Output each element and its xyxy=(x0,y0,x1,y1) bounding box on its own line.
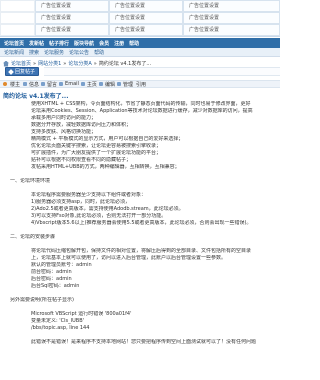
ad-cell[interactable]: 广告位置设置 xyxy=(109,12,183,24)
body-line: 4)Vbscript版本5.6以上(推荐服务器会使用5.5或者更高版本，此论坛必… xyxy=(31,220,252,226)
reply-button-label: 回复帖子 xyxy=(14,69,35,75)
subnav-item-news[interactable]: 论坛新闻 xyxy=(4,49,24,56)
pager-fill xyxy=(44,67,280,76)
body-gap xyxy=(5,227,275,234)
sub-nav: 论坛新闻 搜索 论坛服务 论坛公告 帮助 xyxy=(0,48,280,57)
ad-cell[interactable]: 广告位置设置 xyxy=(35,0,109,12)
body-line: 3)可以支持Fso对象,此论坛必须，否则无法打开一部分功能。 xyxy=(31,213,167,219)
ad-cell[interactable]: 广告位置设置 xyxy=(183,0,280,12)
body-heading: 二、论坛的安装步骤 xyxy=(10,234,56,240)
body-gap xyxy=(5,332,275,339)
action-manage[interactable]: 管理 xyxy=(123,81,133,88)
nav-item-register[interactable]: 注册 xyxy=(114,40,124,47)
subnav-item-help[interactable]: 帮助 xyxy=(94,49,104,56)
nav-item-new-post[interactable]: 发新帖 xyxy=(29,40,44,47)
body-line: Microsoft VBScript 运行时错误 '800a01f4' xyxy=(31,311,132,317)
body-line: 此错误不是错误！是来程序不支持本地网站！您只要把程序传到空间上面测试就可以了！没… xyxy=(31,339,257,345)
breadcrumb-category[interactable]: 网站分类1 xyxy=(38,60,61,67)
ad-cell[interactable]: 广告位置设置 xyxy=(35,24,109,36)
ad-cell[interactable]: 广告位置设置 xyxy=(109,24,183,36)
body-line: /bbs/topic.asp, line 144 xyxy=(31,325,90,331)
action-edit[interactable]: 编辑 xyxy=(105,81,115,88)
body-heading: 另外需要说明(所在帖子显示) xyxy=(10,297,74,303)
body-line: 变量未定义: 'Cls_IUBB' xyxy=(31,318,85,324)
body-line: 2)Ado2.5或者更高版本，需支持使用Adodb.stream，此论坛必须。 xyxy=(31,206,184,212)
body-line: 后台密码：admin xyxy=(31,276,72,282)
breadcrumb-separator: » xyxy=(63,60,67,67)
breadcrumb-forum[interactable]: 论坛分类A xyxy=(68,60,91,67)
ad-cell[interactable]: 广告位置设置 xyxy=(183,12,280,24)
message-icon xyxy=(41,82,46,86)
breadcrumb-separator: » xyxy=(93,60,97,67)
body-line: 使用XHTML + CSS架构，令页面结构化，节省了静态页面代码的传输，同时也易… xyxy=(31,101,251,107)
body-line: 默认的管理员账号：admin xyxy=(31,262,92,268)
body-line: 数据分开存放，减轻数据库访问压力和体积； xyxy=(31,122,132,128)
body-line: 发帖采用HTML+UBB的方式，两种编辑器，互相转换，互相兼容； xyxy=(31,164,180,170)
nav-item-ranking[interactable]: 帖子排行 xyxy=(49,40,69,47)
body-line: 承载多用户同时访问的能力； xyxy=(31,115,97,121)
body-line: 本论坛程序需要服务器至少支持以下组件或者对象： xyxy=(31,192,147,198)
action-info[interactable]: 信息 xyxy=(29,81,39,88)
body-gap xyxy=(5,241,275,248)
ad-cell[interactable]: 广告位置设置 xyxy=(183,24,280,36)
body-line: 优化论坛页面关键字搜索，让论坛更容易被搜索引擎收录； xyxy=(31,143,162,149)
breadcrumb: 论坛首页 » 网站分类1 » 论坛分类A » 简约论坛 v4.1发布了... xyxy=(3,60,151,67)
nav-item-members[interactable]: 会员 xyxy=(99,40,109,47)
post-actions: 信息 留言 Email 主页 编辑 管理 xyxy=(23,81,133,88)
subnav-item-services[interactable]: 论坛服务 xyxy=(44,49,64,56)
floor-icon xyxy=(3,82,7,86)
floor-label: 楼主 xyxy=(10,81,21,88)
breadcrumb-home[interactable]: 论坛首页 xyxy=(11,60,31,67)
ad-cell[interactable]: 广告位置设置 xyxy=(109,0,183,12)
body-line: 后台Sql密码：admin xyxy=(31,283,80,289)
manage-icon xyxy=(116,82,121,86)
body-line: 上，论坛基本上就可以使用了，访问以进入后台管理，此账户以后台管理设置一些参数。 xyxy=(31,255,227,261)
home-icon xyxy=(3,60,9,67)
body-line: 前台密码：admin xyxy=(31,269,72,275)
subnav-item-notice[interactable]: 论坛公告 xyxy=(69,49,89,56)
ad-cell xyxy=(0,12,35,24)
body-line: 将论坛代码压缩包解开包，保持文件的相对位置，将解压后得到的全部目录、文件包括所有… xyxy=(31,248,252,254)
nav-item-home[interactable]: 论坛首页 xyxy=(4,40,24,47)
body-line: 精简模式 + 平板模式的显示方式，用户可以根据自己的爱好来选择； xyxy=(31,136,184,142)
reply-button-wrap: 回复帖子 xyxy=(0,67,44,76)
nav-item-boards[interactable]: 版块导航 xyxy=(74,40,94,47)
body-gap xyxy=(5,185,275,192)
post-header-bar: 楼主 信息 留言 Email 主页 编辑 管理 引用 xyxy=(0,80,280,88)
info-icon xyxy=(23,82,28,86)
top-ad-grid: 广告位置设置 广告位置设置 广告位置设置 广告位置设置 广告位置设置 广告位置设… xyxy=(0,0,280,37)
pen-icon xyxy=(8,68,14,75)
body-line: 可扩展插件，为广大朋友提供了一个扩展论坛功能的平台； xyxy=(31,150,162,156)
edit-icon xyxy=(98,82,103,86)
home-icon xyxy=(80,82,85,86)
body-gap xyxy=(5,304,275,311)
body-gap xyxy=(5,171,275,178)
subnav-item-search[interactable]: 搜索 xyxy=(29,49,39,56)
body-line: 支持多皮肤、风格切换功能； xyxy=(31,129,97,135)
body-line: 论坛采用Cookies、Session、Application等技术对论坛数据进… xyxy=(31,108,253,114)
quote-link[interactable]: 引用 xyxy=(136,81,146,88)
ad-cell[interactable]: 广告位置设置 xyxy=(35,12,109,24)
breadcrumb-current: 简约论坛 v4.1发布了... xyxy=(98,61,152,67)
nav-item-help[interactable]: 帮助 xyxy=(129,40,139,47)
body-line: 1)服务器必须支持asp，同时，此论坛必须， xyxy=(31,199,130,205)
main-nav: 论坛首页 发新帖 帖子排行 版块导航 会员 注册 帮助 xyxy=(0,38,280,48)
body-gap xyxy=(5,290,275,297)
breadcrumb-separator: » xyxy=(33,60,37,67)
action-email[interactable]: Email xyxy=(65,81,79,87)
pager-bar: 回复帖子 xyxy=(0,67,280,76)
ad-cell xyxy=(0,24,35,36)
action-homepage[interactable]: 主页 xyxy=(87,81,97,88)
action-message[interactable]: 留言 xyxy=(47,81,57,88)
email-icon xyxy=(59,82,64,86)
post-title: 简约论坛 v4.1发布了... xyxy=(3,93,69,100)
body-heading: 一、论坛环境环境 xyxy=(10,178,51,184)
post-body: 使用XHTML + CSS架构，令页面结构化，节省了静态页面代码的传输，同时也易… xyxy=(5,101,275,380)
ad-cell xyxy=(0,0,35,12)
reply-button[interactable]: 回复帖子 xyxy=(4,67,39,76)
body-line: 贴补可以根据不同权限查看不同的隐藏帖子； xyxy=(31,157,132,163)
